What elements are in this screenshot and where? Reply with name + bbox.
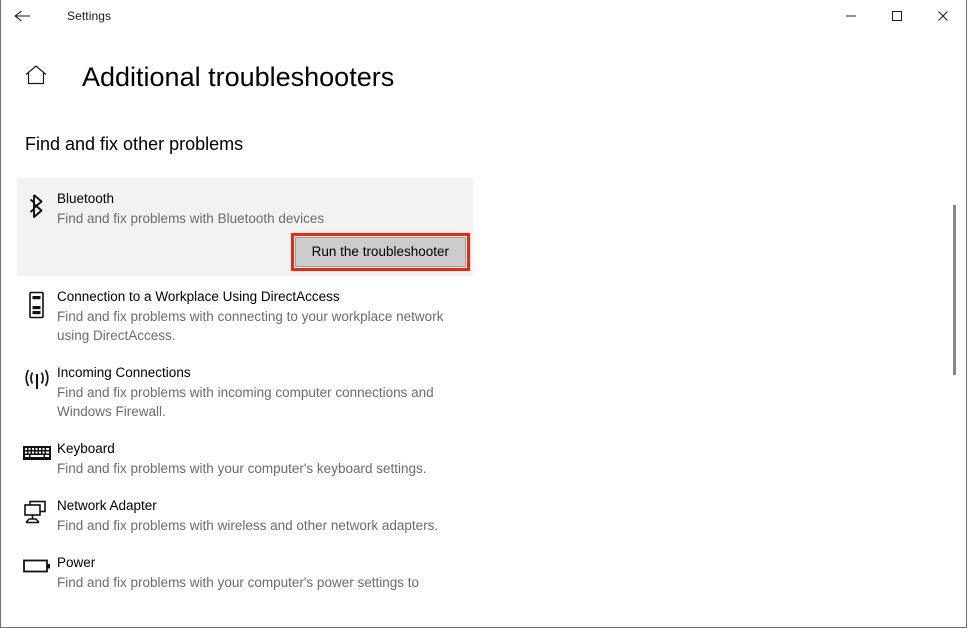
list-item-incoming-connections[interactable]: Incoming Connections Find and fix proble… <box>17 352 473 421</box>
section-heading: Find and fix other problems <box>25 134 244 154</box>
title-bar: Settings <box>1 0 966 32</box>
bluetooth-icon <box>17 190 57 220</box>
maximize-icon <box>891 10 903 22</box>
window-title: Settings <box>67 9 112 23</box>
page-header: Additional troubleshooters <box>1 55 966 99</box>
scrollbar-thumb[interactable] <box>953 205 956 375</box>
power-battery-icon <box>17 554 57 584</box>
settings-window: Settings Additional troubleshooters Find… <box>0 0 967 628</box>
window-controls <box>828 0 966 32</box>
maximize-button[interactable] <box>874 0 920 32</box>
item-description: Find and fix problems with your computer… <box>57 461 427 476</box>
list-item-directaccess[interactable]: Connection to a Workplace Using DirectAc… <box>17 276 473 345</box>
item-title: Network Adapter <box>57 498 157 513</box>
close-button[interactable] <box>920 0 966 32</box>
workplace-device-icon <box>17 288 57 319</box>
item-title: Power <box>57 555 96 570</box>
item-title: Keyboard <box>57 441 115 456</box>
minimize-icon <box>845 10 857 22</box>
item-description: Find and fix problems with connecting to… <box>57 309 444 343</box>
troubleshooter-list: Bluetooth Find and fix problems with Blu… <box>1 178 966 592</box>
minimize-button[interactable] <box>828 0 874 32</box>
page-title: Additional troubleshooters <box>82 61 395 92</box>
run-troubleshooter-container: Run the troubleshooter <box>17 233 473 271</box>
back-arrow-icon <box>13 8 33 24</box>
list-item-keyboard[interactable]: Keyboard Find and fix problems with your… <box>17 428 473 478</box>
close-icon <box>937 10 949 22</box>
keyboard-icon <box>17 440 57 470</box>
list-item-power[interactable]: Power Find and fix problems with your co… <box>17 542 473 592</box>
home-icon <box>23 63 49 92</box>
network-adapter-icon <box>17 497 57 527</box>
back-button[interactable] <box>1 0 45 32</box>
list-item-network-adapter[interactable]: Network Adapter Find and fix problems wi… <box>17 485 473 535</box>
item-title: Bluetooth <box>57 191 115 206</box>
item-title: Incoming Connections <box>57 365 191 380</box>
item-title: Connection to a Workplace Using DirectAc… <box>57 289 340 304</box>
incoming-connections-icon <box>17 364 57 394</box>
vertical-scrollbar[interactable] <box>947 96 963 626</box>
item-description: Find and fix problems with incoming comp… <box>57 385 434 419</box>
item-description: Find and fix problems with Bluetooth dev… <box>57 211 325 226</box>
item-description: Find and fix problems with wireless and … <box>57 518 439 533</box>
item-description: Find and fix problems with your computer… <box>57 575 419 590</box>
run-troubleshooter-button[interactable]: Run the troubleshooter <box>290 233 471 271</box>
list-item-bluetooth[interactable]: Bluetooth Find and fix problems with Blu… <box>17 178 473 276</box>
home-button[interactable] <box>22 63 50 91</box>
